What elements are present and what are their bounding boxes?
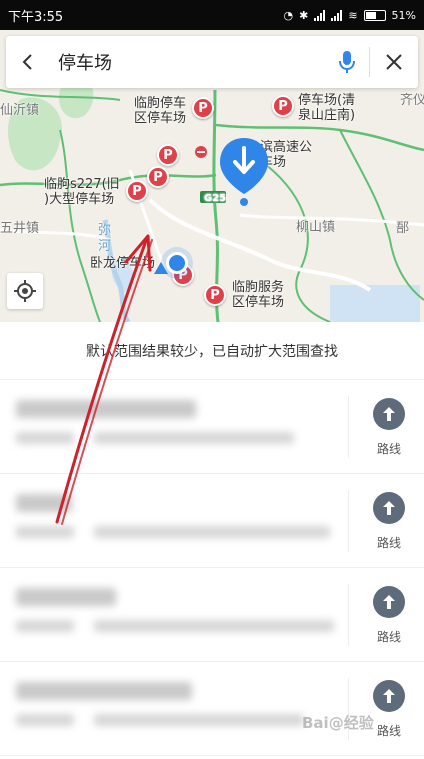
map-label-s227-lot[interactable]: 临朐s227(旧 )大型停车场	[44, 177, 120, 207]
search-bar: 停车场	[6, 36, 418, 88]
parking-marker[interactable]: P	[204, 284, 226, 306]
map-label-wolong-lot[interactable]: 卧龙停车场	[90, 256, 155, 271]
result-name-blurred	[16, 682, 192, 700]
map-label-yunjiao: 郚	[396, 221, 410, 236]
result-address-blurred	[94, 432, 294, 444]
parking-marker[interactable]: P	[147, 166, 169, 188]
result-name-blurred	[16, 400, 196, 418]
map-label-service-lot[interactable]: 临朐服务 区停车场	[232, 280, 284, 310]
route-arrow-icon	[373, 492, 405, 524]
route-button[interactable]: 路线	[360, 492, 418, 551]
list-item[interactable]: 路线	[0, 380, 424, 474]
status-bar: 下午3:55 ◔ ✱ ≋ 51%	[0, 0, 424, 30]
route-arrow-icon	[373, 586, 405, 618]
list-item[interactable]: 路线	[0, 568, 424, 662]
close-icon	[386, 54, 402, 70]
parking-marker[interactable]: P	[192, 97, 214, 119]
route-label: 路线	[376, 724, 401, 738]
parking-marker[interactable]: P	[126, 180, 148, 202]
result-distance-blurred	[16, 526, 74, 538]
result-distance-blurred	[16, 714, 74, 726]
map-label-qiyi: 齐仪	[400, 93, 424, 108]
parking-marker[interactable]: P	[157, 144, 179, 166]
signal-icon	[314, 9, 326, 21]
list-item[interactable]: 路线	[0, 662, 424, 756]
selected-location-pin-icon[interactable]	[218, 136, 270, 208]
battery-icon	[363, 9, 386, 21]
battery-percent: 51%	[391, 8, 416, 22]
route-arrow-icon	[373, 398, 405, 430]
result-address-blurred	[94, 526, 330, 538]
route-label: 路线	[376, 630, 401, 644]
route-arrow-icon	[373, 680, 405, 712]
clear-search-button[interactable]	[370, 36, 418, 88]
route-label: 路线	[376, 442, 401, 456]
status-icons: ◔ ✱ ≋ 51%	[284, 9, 417, 22]
back-arrow-icon	[22, 54, 32, 70]
route-label: 路线	[376, 536, 401, 550]
status-time: 下午3:55	[8, 9, 64, 25]
list-item[interactable]: 路线	[0, 474, 424, 568]
result-name-blurred	[16, 494, 72, 512]
alarm-icon: ◔	[283, 8, 294, 22]
parking-marker[interactable]: P	[272, 95, 294, 117]
back-button[interactable]	[6, 36, 50, 88]
signal-icon-2	[331, 9, 343, 21]
expanded-range-notice: 默认范围结果较少，已自动扩大范围查找	[0, 322, 424, 380]
bluetooth-icon: ✱	[299, 8, 309, 22]
search-input[interactable]: 停车场	[50, 49, 325, 75]
wifi-icon: ≋	[348, 8, 358, 22]
map-label-mi-river: 弥河	[98, 223, 112, 254]
results-list: 路线 路线 路线 路线	[0, 380, 424, 756]
map-label-xinyi-town: 仙沂镇	[0, 103, 40, 118]
direction-arrow-icon	[154, 262, 168, 274]
map-label-liushan-town: 柳山镇	[296, 220, 336, 235]
route-button[interactable]: 路线	[360, 398, 418, 457]
watermark: Bai@经验	[302, 714, 374, 732]
result-divider	[348, 396, 349, 458]
result-address-blurred	[94, 620, 334, 632]
result-distance-blurred	[16, 620, 74, 632]
result-address-blurred	[94, 714, 304, 726]
crosshair-icon	[14, 280, 36, 302]
result-name-blurred	[16, 588, 116, 606]
result-divider	[348, 584, 349, 646]
map-label-qingquan-lot[interactable]: 停车场(清 泉山庄南)	[298, 93, 355, 123]
locate-me-button[interactable]	[7, 273, 43, 309]
route-button[interactable]: 路线	[360, 586, 418, 645]
result-divider	[348, 490, 349, 552]
map-label-wujing-town: 五井镇	[0, 221, 40, 236]
result-distance-blurred	[16, 432, 74, 444]
map-label-linqu-lot[interactable]: 临朐停车 区停车场	[134, 96, 186, 126]
microphone-icon	[339, 51, 355, 73]
voice-search-button[interactable]	[325, 36, 369, 88]
